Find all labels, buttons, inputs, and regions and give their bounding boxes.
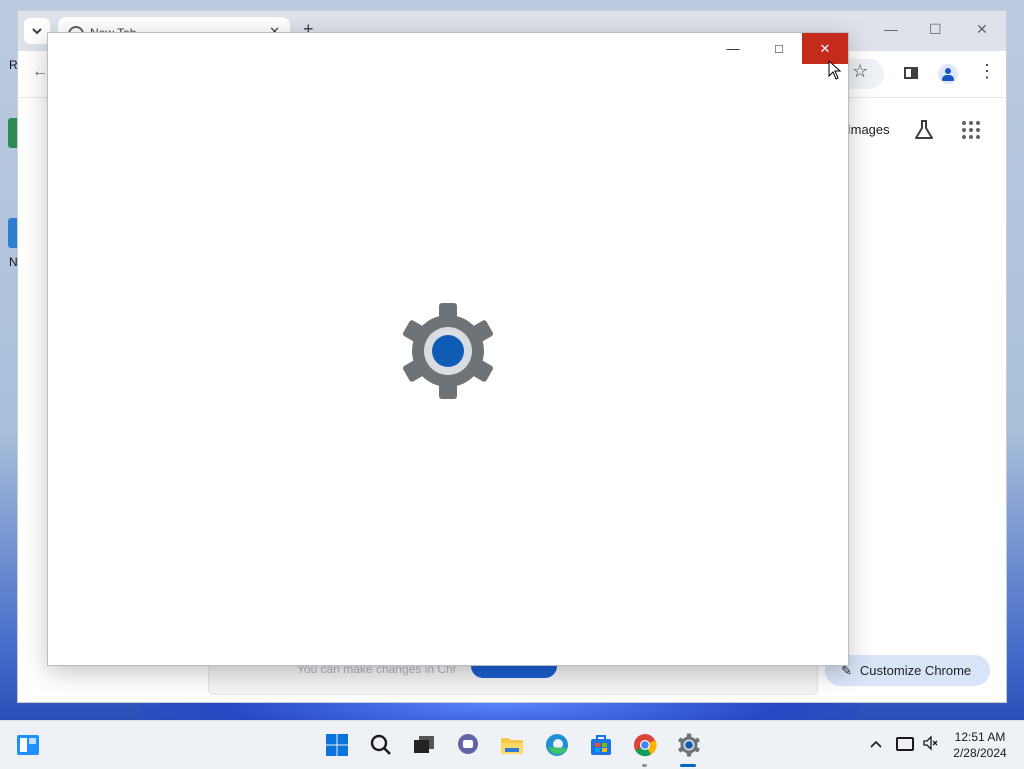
desktop-icon-label: N [9,255,18,269]
taskbar: 12:51 AM 2/28/2024 [0,720,1024,769]
network-icon[interactable] [896,737,914,751]
chrome-icon[interactable] [633,733,657,757]
images-link[interactable]: Images [847,122,890,137]
profile-avatar-icon[interactable] [938,64,958,84]
side-panel-icon[interactable] [904,67,918,79]
chrome-running-indicator [642,764,647,767]
show-hidden-icons-chevron-icon[interactable] [870,735,882,751]
widgets-icon[interactable] [16,733,40,757]
settings-gear-icon[interactable] [677,733,701,757]
edge-icon[interactable] [545,733,569,757]
clock-date: 2/28/2024 [953,746,1007,760]
chrome-minimize-button[interactable]: — [884,21,898,37]
gear-icon [403,303,493,399]
chrome-close-button[interactable]: ✕ [976,21,988,38]
teams-chat-icon[interactable] [456,733,480,757]
clock-time: 12:51 AM [954,730,1006,744]
chrome-maximize-button[interactable]: ☐ [929,21,942,38]
settings-window: — □ ✕ [48,33,848,665]
bookmark-star-icon[interactable]: ☆ [852,61,868,82]
desktop-icon-label: R [9,58,18,72]
more-menu-icon[interactable]: ⋮ [978,62,996,80]
microsoft-store-icon[interactable] [589,733,613,757]
chevron-down-icon [32,28,42,34]
mouse-cursor-icon [828,60,842,80]
labs-flask-icon[interactable] [913,119,935,141]
file-explorer-icon[interactable] [500,733,524,757]
customize-chrome-label: Customize Chrome [859,663,972,678]
google-apps-icon[interactable] [962,121,980,139]
promo-card: You can make changes in Chr [208,658,818,695]
volume-muted-icon[interactable] [922,735,938,754]
tab-search-button[interactable] [24,18,50,44]
search-icon[interactable] [369,733,393,757]
settings-maximize-button[interactable]: □ [756,33,802,64]
customize-chrome-button[interactable]: ✎ Customize Chrome [825,655,990,686]
task-view-icon[interactable] [412,733,436,757]
system-clock[interactable]: 12:51 AM 2/28/2024 [948,729,1012,761]
start-windows-icon[interactable] [325,733,349,757]
back-button[interactable]: ← [32,63,48,81]
settings-active-indicator [680,764,696,767]
settings-minimize-button[interactable]: — [710,33,756,64]
